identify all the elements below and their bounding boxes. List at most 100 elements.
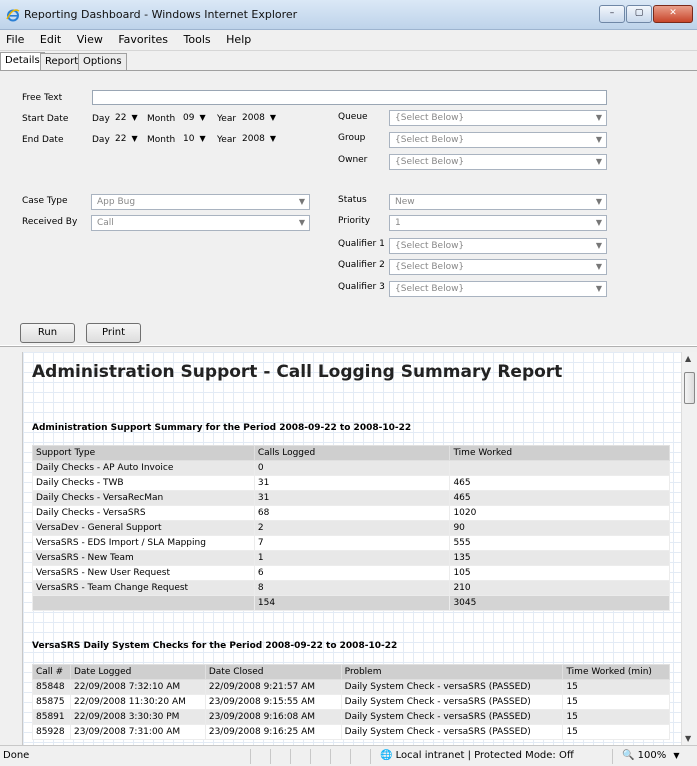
chevron-down-icon: ▼ xyxy=(199,113,206,122)
table-cell: Daily System Check - versaSRS (PASSED) xyxy=(340,724,564,740)
table-cell: Daily System Check - versaSRS (PASSED) xyxy=(340,679,564,695)
table-cell: 22/09/2008 3:30:30 PM xyxy=(69,709,206,725)
chevron-down-icon: ▼ xyxy=(131,134,138,143)
window-title: Reporting Dashboard - Windows Internet E… xyxy=(24,8,298,21)
zoom-control[interactable]: 🔍 100% ▼ xyxy=(622,750,680,761)
table-cell: VersaSRS - EDS Import / SLA Mapping xyxy=(32,535,255,551)
chevron-down-icon: ▼ xyxy=(595,284,602,293)
minimize-button[interactable]: – xyxy=(599,5,625,23)
queue-label: Queue xyxy=(338,112,368,122)
report-document: Administration Support - Call Logging Su… xyxy=(22,352,681,745)
table-cell: Daily System Check - versaSRS (PASSED) xyxy=(340,694,564,710)
table-cell: 90 xyxy=(449,520,670,536)
status-separator xyxy=(370,749,371,764)
status-separator xyxy=(330,749,331,764)
received-by-label: Received By xyxy=(22,217,78,227)
end-year-select[interactable]: 2008 ▼ xyxy=(240,131,276,147)
start-year-select[interactable]: 2008 ▼ xyxy=(240,110,276,126)
maximize-button[interactable]: ▢ xyxy=(626,5,652,23)
table-row: 85875 22/09/2008 11:30:20 AM 23/09/2008 9:… xyxy=(32,694,670,710)
menu-view[interactable]: View xyxy=(77,30,103,50)
status-separator xyxy=(350,749,351,764)
table-cell: VersaSRS - Team Change Request xyxy=(32,580,255,596)
table-cell: 1020 xyxy=(449,505,670,521)
chevron-down-icon: ▼ xyxy=(595,262,602,271)
summary-total-row: 154 3045 xyxy=(32,595,670,611)
case-type-label: Case Type xyxy=(22,196,68,206)
priority-select[interactable]: 1 ▼ xyxy=(389,215,607,231)
menu-help[interactable]: Help xyxy=(226,30,251,50)
start-day-select[interactable]: 22 ▼ xyxy=(113,110,138,126)
print-button[interactable]: Print xyxy=(86,323,141,343)
table-row: Daily Checks - AP Auto Invoice 0 xyxy=(32,460,670,476)
qualifier-2-select[interactable]: {Select Below} ▼ xyxy=(389,259,607,275)
menu-bar: File Edit View Favorites Tools Help xyxy=(0,30,697,51)
daily-checks-table: Call # Date Logged Date Closed Problem T… xyxy=(32,664,670,740)
chevron-down-icon: ▼ xyxy=(595,157,602,166)
table-row: Daily Checks - VersaSRS 68 1020 xyxy=(32,505,670,521)
table-cell: 8 xyxy=(253,580,451,596)
tab-details[interactable]: Details xyxy=(0,52,45,71)
security-zone[interactable]: 🌐 Local intranet | Protected Mode: Off xyxy=(380,750,574,761)
chevron-down-icon: ▼ xyxy=(595,135,602,144)
table-cell: Daily System Check - versaSRS (PASSED) xyxy=(340,709,564,725)
qualifier-3-select[interactable]: {Select Below} ▼ xyxy=(389,281,607,297)
end-day-select[interactable]: 22 ▼ xyxy=(113,131,138,147)
table-row: VersaSRS - Team Change Request 8 210 xyxy=(32,580,670,596)
chevron-down-icon: ▼ xyxy=(673,751,680,760)
daily-header-row: Call # Date Logged Date Closed Problem T… xyxy=(32,664,670,680)
qualifier-1-select[interactable]: {Select Below} ▼ xyxy=(389,238,607,254)
start-month-select[interactable]: 09 ▼ xyxy=(181,110,206,126)
table-cell: 555 xyxy=(449,535,670,551)
chevron-down-icon: ▼ xyxy=(595,241,602,250)
close-button[interactable]: ✕ xyxy=(653,5,693,23)
table-cell xyxy=(32,595,255,611)
report-scrollbar[interactable]: ▲ ▼ xyxy=(681,352,697,745)
table-row: Daily Checks - VersaRecMan 31 465 xyxy=(32,490,670,506)
tab-strip: Details Report Options xyxy=(0,51,697,71)
table-cell: VersaSRS - New Team xyxy=(32,550,255,566)
free-text-input[interactable] xyxy=(92,90,607,105)
status-separator xyxy=(250,749,251,764)
internet-explorer-icon xyxy=(6,9,20,22)
summary-col-calls-logged: Calls Logged xyxy=(253,445,451,461)
table-cell: Daily Checks - AP Auto Invoice xyxy=(32,460,255,476)
globe-icon: 🌐 xyxy=(380,750,393,761)
zoom-level: 100% xyxy=(637,750,667,761)
run-button[interactable]: Run xyxy=(20,323,75,343)
group-label: Group xyxy=(338,133,366,143)
owner-select[interactable]: {Select Below} ▼ xyxy=(389,154,607,170)
group-select[interactable]: {Select Below} ▼ xyxy=(389,132,607,148)
daily-checks-heading: VersaSRS Daily System Checks for the Per… xyxy=(32,641,398,651)
end-month-label: Month xyxy=(147,135,176,145)
menu-file[interactable]: File xyxy=(6,30,24,50)
queue-select[interactable]: {Select Below} ▼ xyxy=(389,110,607,126)
menu-tools[interactable]: Tools xyxy=(184,30,211,50)
priority-label: Priority xyxy=(338,216,371,226)
qualifier-3-label: Qualifier 3 xyxy=(338,282,385,292)
tab-report[interactable]: Report xyxy=(40,53,84,70)
details-panel: Free Text Start Date Day 22 ▼ Month 09 ▼ Y… xyxy=(0,70,697,345)
summary-header-row: Support Type Calls Logged Time Worked xyxy=(32,445,670,461)
scroll-down-icon[interactable]: ▼ xyxy=(685,734,691,743)
qualifier-2-label: Qualifier 2 xyxy=(338,260,385,270)
scrollbar-thumb[interactable] xyxy=(684,372,695,404)
owner-label: Owner xyxy=(338,155,368,165)
table-cell: 15 xyxy=(562,724,670,740)
menu-favorites[interactable]: Favorites xyxy=(118,30,168,50)
daily-col-problem: Problem xyxy=(340,664,564,680)
free-text-label: Free Text xyxy=(22,93,63,103)
scroll-up-icon[interactable]: ▲ xyxy=(685,354,691,363)
chevron-down-icon: ▼ xyxy=(595,113,602,122)
menu-edit[interactable]: Edit xyxy=(40,30,61,50)
summary-table: Support Type Calls Logged Time Worked Da… xyxy=(32,445,670,611)
received-by-select[interactable]: Call ▼ xyxy=(91,215,310,231)
end-month-select[interactable]: 10 ▼ xyxy=(181,131,206,147)
tab-options[interactable]: Options xyxy=(78,53,127,70)
status-separator xyxy=(270,749,271,764)
table-cell: 23/09/2008 7:31:00 AM xyxy=(69,724,206,740)
status-select[interactable]: New ▼ xyxy=(389,194,607,210)
end-day-label: Day xyxy=(92,135,110,145)
start-date-label: Start Date xyxy=(22,114,69,124)
case-type-select[interactable]: App Bug ▼ xyxy=(91,194,310,210)
